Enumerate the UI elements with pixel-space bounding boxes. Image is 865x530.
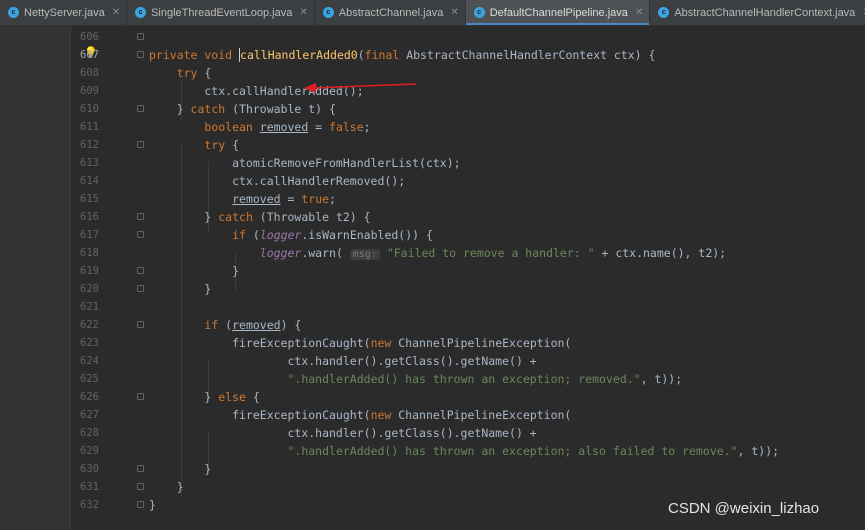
watermark: CSDN @weixin_lizhao bbox=[668, 500, 820, 517]
red-arrow-annotation bbox=[304, 83, 417, 93]
